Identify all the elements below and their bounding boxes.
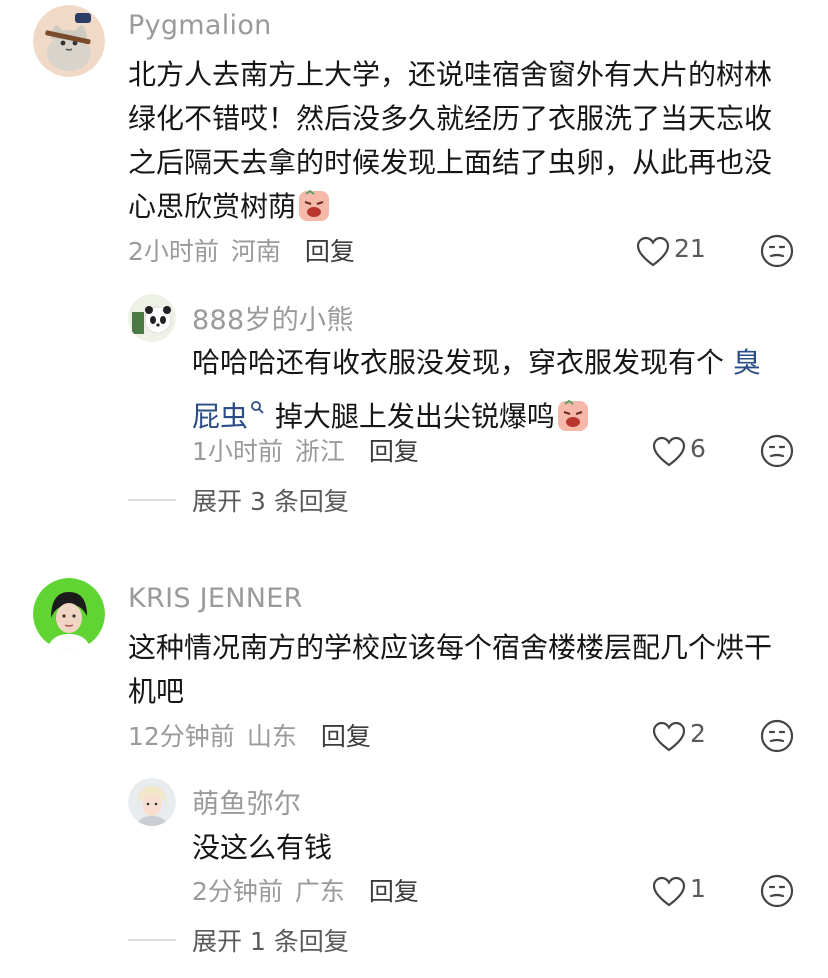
comment-line: 心思欣赏树荫 xyxy=(128,185,808,229)
comment-line-text: 掉大腿上发出尖锐爆鸣 xyxy=(274,400,555,433)
comment-line: 绿化不错哎！然后没多久就经历了衣服洗了当天忘收 xyxy=(128,102,773,135)
expand-replies-label: 展开 3 条回复 xyxy=(192,487,349,516)
like-count: 6 xyxy=(690,433,706,463)
crying-face-emoji-icon xyxy=(298,189,330,222)
person-avatar-icon[interactable] xyxy=(128,778,176,826)
location: 浙江 xyxy=(294,437,345,466)
comment-meta: 1小时前 浙江 回复 xyxy=(192,430,419,470)
dislike-face-icon[interactable] xyxy=(760,719,794,753)
comment-text: 北方人去南方上大学，还说哇宿舍窗外有大片的树林 绿化不错哎！然后没多久就经历了衣… xyxy=(128,53,808,229)
like-count: 21 xyxy=(674,233,706,263)
timestamp: 2分钟前 xyxy=(192,877,283,906)
comment-line: 没这么有钱 xyxy=(192,831,333,864)
location: 广东 xyxy=(294,877,345,906)
expand-replies-button[interactable]: 展开 3 条回复 xyxy=(128,480,349,520)
like-button[interactable]: 1 xyxy=(652,872,706,912)
dislike-face-icon[interactable] xyxy=(760,434,794,468)
comment-line: 这种情况南方的学校应该每个宿舍楼楼层配几个烘干 xyxy=(128,631,773,664)
comment-meta: 2分钟前 广东 回复 xyxy=(192,870,419,910)
like-button[interactable]: 6 xyxy=(652,432,706,472)
keyword-link[interactable]: 屁虫 xyxy=(192,400,248,433)
panda-avatar-icon[interactable] xyxy=(128,294,176,342)
divider xyxy=(128,499,176,501)
like-count: 1 xyxy=(690,873,706,903)
crying-face-emoji-icon xyxy=(557,399,589,432)
expand-replies-button[interactable]: 展开 1 条回复 xyxy=(128,920,349,960)
reply-button[interactable]: 回复 xyxy=(305,232,355,268)
comment-text: 没这么有钱 xyxy=(192,826,792,870)
like-button[interactable]: 21 xyxy=(636,232,706,272)
like-button[interactable]: 2 xyxy=(652,717,706,757)
username[interactable]: 888岁的小熊 xyxy=(192,298,354,337)
comment-meta: 2小时前 河南 回复 xyxy=(128,230,355,270)
location: 河南 xyxy=(230,237,281,266)
timestamp: 2小时前 xyxy=(128,237,219,266)
comment-line-text: 心思欣赏树荫 xyxy=(128,190,297,223)
comment-text: 这种情况南方的学校应该每个宿舍楼楼层配几个烘干 机吧 xyxy=(128,626,808,714)
heart-icon xyxy=(652,436,686,467)
cat-avatar-icon[interactable] xyxy=(33,5,105,77)
location: 山东 xyxy=(246,722,297,751)
heart-icon xyxy=(636,236,670,267)
username[interactable]: KRIS JENNER xyxy=(128,583,303,614)
comment-line-text: 哈哈哈还有收衣服没发现，穿衣服发现有个 xyxy=(192,346,725,379)
comment-line: 机吧 xyxy=(128,675,185,708)
dislike-face-icon[interactable] xyxy=(760,234,794,268)
comment-line: 哈哈哈还有收衣服没发现，穿衣服发现有个 臭 xyxy=(192,341,792,385)
dislike-face-icon[interactable] xyxy=(760,874,794,908)
timestamp: 12分钟前 xyxy=(128,722,235,751)
heart-icon xyxy=(652,876,686,907)
heart-icon xyxy=(652,721,686,752)
reply-button[interactable]: 回复 xyxy=(369,432,419,468)
username[interactable]: Pygmalion xyxy=(128,10,272,41)
keyword-link[interactable]: 臭 xyxy=(733,346,761,379)
person-avatar-icon[interactable] xyxy=(33,578,105,650)
username[interactable]: 萌鱼弥尔 xyxy=(192,782,301,821)
comment-meta: 12分钟前 山东 回复 xyxy=(128,715,371,755)
expand-replies-label: 展开 1 条回复 xyxy=(192,927,349,956)
comment-line: 北方人去南方上大学，还说哇宿舍窗外有大片的树林 xyxy=(128,58,773,91)
comment-text: 哈哈哈还有收衣服没发现，穿衣服发现有个 臭 屁虫 掉大腿上发出尖锐爆鸣 xyxy=(192,341,792,439)
comment-line: 之后隔天去拿的时候发现上面结了虫卵，从此再也没 xyxy=(128,146,773,179)
reply-button[interactable]: 回复 xyxy=(321,717,371,753)
timestamp: 1小时前 xyxy=(192,437,283,466)
search-icon[interactable] xyxy=(250,385,266,414)
divider xyxy=(128,939,176,941)
like-count: 2 xyxy=(690,718,706,748)
reply-button[interactable]: 回复 xyxy=(369,872,419,908)
